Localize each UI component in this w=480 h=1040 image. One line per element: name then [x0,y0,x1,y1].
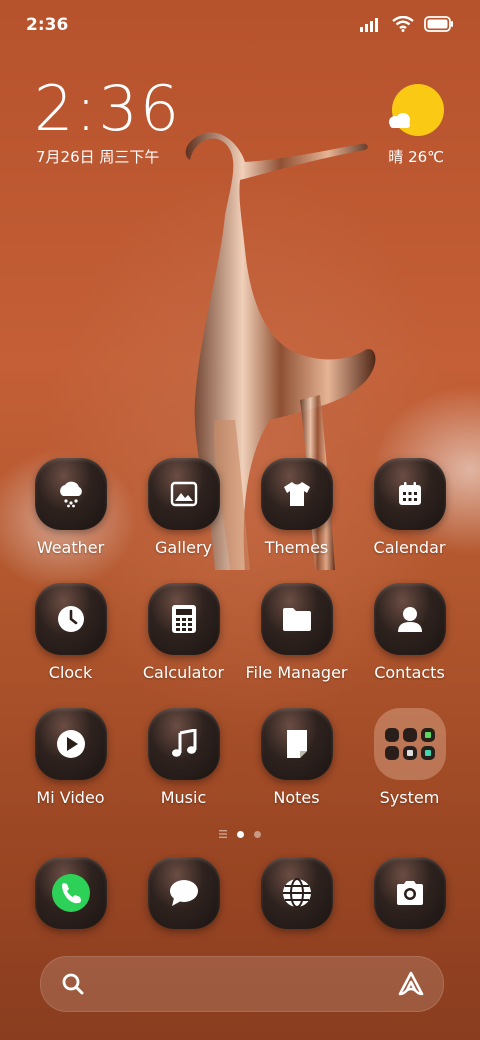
app-clock[interactable]: Clock [14,583,127,682]
dock-camera[interactable] [353,857,466,929]
weather-text: 晴 26℃ [388,148,444,166]
wifi-icon [392,16,414,32]
app-label: System [379,788,440,807]
folder-mini-app-icon [402,746,417,760]
app-calculator-tile[interactable] [147,583,220,655]
calculator-icon [171,605,196,633]
app-calendar[interactable]: Calendar [353,458,466,557]
app-weather[interactable]: Weather [14,458,127,557]
sun-icon [392,84,444,136]
page-indicator[interactable] [0,830,480,838]
cloud-icon [389,113,410,128]
folder-system[interactable]: System [353,708,466,807]
app-music-tile[interactable] [147,708,220,780]
clock-widget-date: 7月26日 周三下午 [36,148,160,166]
folder-mini-app-icon [384,746,399,760]
dock-messages[interactable] [127,857,240,929]
dock-phone-tile[interactable] [34,857,107,929]
app-label: Music [160,788,207,807]
battery-icon [424,16,453,32]
app-label: Notes [273,788,320,807]
tshirt-icon [283,482,310,506]
app-mi-video[interactable]: Mi Video [14,708,127,807]
search-icon [62,973,84,995]
signal-icon [360,18,378,32]
app-mi-video-tile[interactable] [34,708,107,780]
app-notes-tile[interactable] [260,708,333,780]
app-label: Clock [48,663,93,682]
dock-browser[interactable] [240,857,353,929]
home-screen: 2:36 2:36 7月26日 周三下午 晴 26℃ Weather Galle… [0,0,480,1040]
app-label: Contacts [374,663,445,682]
dock-messages-tile[interactable] [147,857,220,929]
app-label: Calculator [142,663,225,682]
status-icons [360,16,454,32]
folder-mini-app-icon [420,746,435,760]
globe-icon [282,878,311,908]
clock-icon [57,606,84,632]
weather-snow-icon [59,481,82,508]
app-calendar-tile[interactable] [373,458,446,530]
phone-icon [51,874,90,912]
gallery-icon [170,481,197,507]
folder-icon [282,608,311,631]
person-icon [397,607,422,632]
page-dot-active [237,830,244,838]
music-note-icon [171,729,196,757]
app-label: Calendar [373,538,446,557]
app-label: Gallery [155,538,212,557]
folder-grid-icon [384,728,435,760]
dock-camera-tile[interactable] [373,857,446,929]
app-label: Weather [36,538,105,557]
camera-icon [396,881,423,905]
search-bar[interactable] [40,956,444,1012]
weather-widget[interactable]: 晴 26℃ [374,82,444,172]
app-label: Mi Video [36,788,105,807]
folder-system-tile[interactable] [373,708,446,780]
calendar-icon [398,482,421,505]
app-notes[interactable]: Notes [240,708,353,807]
app-contacts-tile[interactable] [373,583,446,655]
app-contacts[interactable]: Contacts [353,583,466,682]
app-gallery-tile[interactable] [147,458,220,530]
dock-phone[interactable] [14,857,127,929]
app-gallery[interactable]: Gallery [127,458,240,557]
app-label: File Manager [245,663,348,682]
app-file-manager-tile[interactable] [260,583,333,655]
status-time: 2:36 [26,15,69,35]
clock-widget-time[interactable]: 2:36 [34,78,181,140]
note-icon [286,730,307,758]
app-clock-tile[interactable] [34,583,107,655]
status-bar: 2:36 [0,0,480,50]
app-themes-tile[interactable] [260,458,333,530]
app-weather-tile[interactable] [34,458,107,530]
folder-mini-app-icon [384,728,399,742]
list-view-icon [219,830,227,838]
app-file-manager[interactable]: File Manager [240,583,353,682]
app-themes[interactable]: Themes [240,458,353,557]
app-calculator[interactable]: Calculator [127,583,240,682]
folder-mini-app-icon [402,728,417,742]
app-label: Themes [264,538,329,557]
message-icon [169,880,198,906]
page-dot [254,830,261,838]
dock-browser-tile[interactable] [260,857,333,929]
assistant-icon[interactable] [397,970,425,998]
app-music[interactable]: Music [127,708,240,807]
play-icon [56,730,85,758]
folder-mini-app-icon [420,728,435,742]
